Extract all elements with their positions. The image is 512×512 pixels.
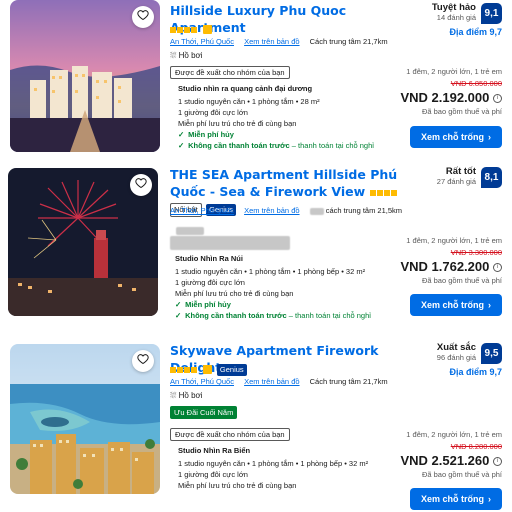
review-summary[interactable]: Xuất sắc 96 đánh giá <box>437 342 476 362</box>
perk-free-cancel: ✓ Miễn phí hủy <box>178 130 234 139</box>
see-availability-button[interactable]: Xem chỗ trống › <box>410 294 502 316</box>
price-box: 1 đêm, 2 người lớn, 1 trẻ em VND 8.280.0… <box>352 430 502 479</box>
info-icon[interactable]: i <box>493 457 502 467</box>
tax-note: Đã bao gồm thuế và phí <box>421 107 502 116</box>
old-price: VND 6.850.000 <box>450 79 502 88</box>
tax-note: Đã bao gồm thuế và phí <box>421 276 502 285</box>
price-box: 1 đêm, 2 người lớn, 1 trẻ em VND 3.300.0… <box>352 236 502 285</box>
distance-text: Cách trung tâm 21,7km <box>309 377 388 386</box>
recommend-badge: Được đề xuất cho nhóm của bạn <box>170 428 290 441</box>
star-icons <box>170 366 197 373</box>
location-score: Địa điểm 9,7 <box>449 367 502 377</box>
property-photo[interactable] <box>10 344 160 494</box>
location-score: Địa điểm 9,7 <box>449 27 502 37</box>
stay-meta: 1 đêm, 2 người lớn, 1 trẻ em <box>406 430 502 439</box>
chevron-right-icon: › <box>488 132 491 142</box>
info-icon[interactable]: i <box>493 94 502 104</box>
cta-label: Xem chỗ trống <box>420 132 484 142</box>
feature-tag-text: Hồ bơi <box>178 391 203 400</box>
redacted-area <box>176 222 204 240</box>
property-card: THE SEA Apartment Hillside Phú Quốc - Se… <box>0 162 512 340</box>
review-word: Xuất sắc <box>436 342 476 353</box>
perk-no-prepay: ✓ Không cần thanh toán trước – thanh toá… <box>178 141 374 150</box>
heart-icon <box>137 352 149 370</box>
tax-note: Đã bao gồm thuế và phí <box>421 470 502 479</box>
pool-icon: ⛆ <box>170 51 177 60</box>
heart-icon <box>137 8 149 26</box>
star-icons <box>170 26 197 33</box>
current-price: VND 2.192.000 i <box>352 90 502 105</box>
star-icons <box>369 189 397 196</box>
room-line: Miễn phí lưu trú cho trẻ đi cùng bạn <box>178 481 297 490</box>
area-link[interactable]: An Thới, Phú Quốc <box>170 37 234 46</box>
stay-meta: 1 đêm, 2 người lớn, 1 trẻ em <box>406 67 502 76</box>
area-link[interactable]: An Thới, Phú Quốc <box>170 206 234 215</box>
review-count: 14 đánh giá <box>436 13 476 22</box>
perk-free-cancel: ✓ Miễn phí hủy <box>175 300 231 309</box>
review-score[interactable]: 9,1 <box>481 3 502 24</box>
feature-tag: ⛆ Hồ bơi <box>170 51 203 61</box>
genius-badge: Genius <box>216 363 247 376</box>
review-count: 27 đánh giá <box>436 177 476 186</box>
info-icon[interactable]: i <box>493 263 502 273</box>
check-icon: ✓ <box>178 130 185 139</box>
review-summary[interactable]: Rất tốt 27 đánh giá <box>437 166 476 186</box>
map-link[interactable]: Xem trên bản đồ <box>244 377 299 386</box>
review-summary[interactable]: Tuyệt hảo 14 đánh giá <box>432 2 476 22</box>
chevron-right-icon: › <box>488 494 491 504</box>
deal-badge: Ưu Đãi Cuối Năm <box>170 406 238 419</box>
distance-text: Cách trung tâm 21,7km <box>309 37 388 46</box>
thumbs-up-icon <box>203 25 213 35</box>
check-icon: ✓ <box>178 141 185 150</box>
review-score[interactable]: 9,5 <box>481 343 502 364</box>
see-availability-button[interactable]: Xem chỗ trống › <box>410 126 502 148</box>
cta-label: Xem chỗ trống <box>420 494 484 504</box>
stay-meta: 1 đêm, 2 người lớn, 1 trẻ em <box>406 236 502 245</box>
review-count: 96 đánh giá <box>436 353 476 362</box>
review-score[interactable]: 8,1 <box>481 167 502 188</box>
feature-tag-text: Hồ bơi <box>178 51 203 60</box>
room-line: Miễn phí lưu trú cho trẻ đi cùng bạn <box>178 119 297 128</box>
location-line: An Thới, Phú Quốc Xem trên bản đồ Cách t… <box>170 37 388 46</box>
current-price: VND 1.762.200 i <box>352 259 502 274</box>
map-link[interactable]: Xem trên bản đồ <box>244 206 299 215</box>
current-price: VND 2.521.260 i <box>352 453 502 468</box>
check-icon: ✓ <box>175 311 182 320</box>
redacted-block <box>176 226 204 235</box>
favorite-button[interactable] <box>132 6 154 28</box>
check-icon: ✓ <box>175 300 182 309</box>
review-word: Tuyệt hảo <box>431 2 476 13</box>
map-link[interactable]: Xem trên bản đồ <box>244 37 299 46</box>
area-link[interactable]: An Thới, Phú Quốc <box>170 377 234 386</box>
property-photo[interactable] <box>8 168 158 316</box>
favorite-button[interactable] <box>132 350 154 372</box>
recommend-badge: Được đề xuất cho nhóm của bạn <box>170 66 290 79</box>
see-availability-button[interactable]: Xem chỗ trống › <box>410 488 502 510</box>
distance-text: cách trung tâm 21,5km <box>325 206 403 215</box>
property-title-text[interactable]: THE SEA Apartment Hillside Phú Quốc - Se… <box>170 167 397 199</box>
cta-label: Xem chỗ trống <box>420 300 484 310</box>
old-price: VND 3.300.000 <box>450 248 502 257</box>
location-line: An Thới, Phú Quốc Xem trên bản đồ cách t… <box>170 206 402 215</box>
property-card: Skywave Apartment Firework Delight Geniu… <box>0 340 512 512</box>
old-price: VND 8.280.000 <box>450 442 502 451</box>
thumbs-up-icon <box>203 365 213 375</box>
favorite-button[interactable] <box>130 174 152 196</box>
property-photo[interactable] <box>10 0 160 152</box>
price-box: 1 đêm, 2 người lớn, 1 trẻ em VND 6.850.0… <box>352 67 502 116</box>
heart-icon <box>135 176 147 194</box>
chevron-right-icon: › <box>488 300 491 310</box>
room-line: Miễn phí lưu trú cho trẻ đi cùng bạn <box>175 289 294 298</box>
property-card: Hillside Luxury Phu Quoc Apartment Tuyệt… <box>0 0 512 162</box>
pool-icon: ⛆ <box>170 391 177 400</box>
location-line: An Thới, Phú Quốc Xem trên bản đồ Cách t… <box>170 377 388 386</box>
redacted-block <box>309 207 324 215</box>
review-word: Rất tốt <box>445 166 476 177</box>
perk-no-prepay: ✓ Không cần thanh toán trước – thanh toá… <box>175 311 371 320</box>
feature-tag: ⛆ Hồ bơi <box>170 391 203 401</box>
